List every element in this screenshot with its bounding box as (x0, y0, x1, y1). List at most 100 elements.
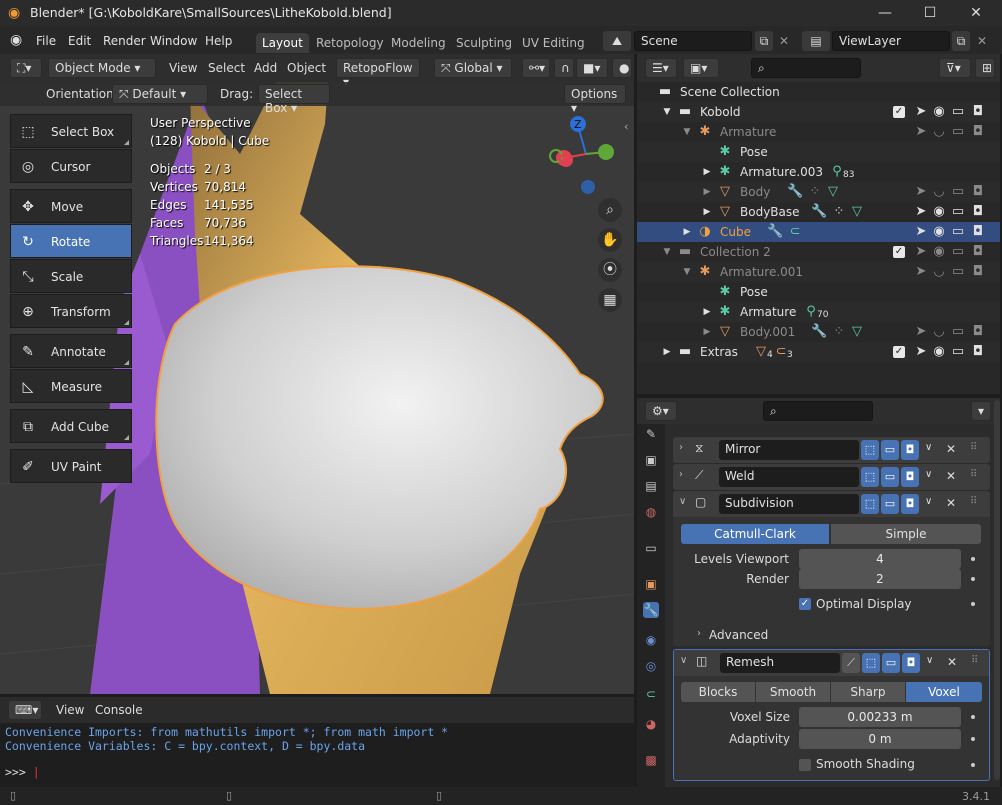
monitor-icon[interactable]: ▭ (950, 244, 966, 260)
tool-add-cube[interactable]: ⧉ Add Cube (10, 409, 132, 443)
pivot-icon[interactable]: ⚯▾ (522, 58, 550, 78)
scene-field[interactable]: Scene (634, 31, 752, 51)
monitor-icon[interactable]: ▭ (950, 204, 966, 220)
chevron-right-icon[interactable]: ▶ (659, 344, 675, 360)
scene-icon[interactable]: ⛰ (603, 31, 631, 51)
eye-closed-icon[interactable]: ◡ (931, 124, 947, 140)
keyframe-dot[interactable] (971, 737, 975, 741)
chevron-down-icon[interactable]: ▼ (679, 124, 695, 140)
monitor-icon[interactable]: ▭ (950, 124, 966, 140)
tab-sculpting[interactable]: Sculpting (450, 33, 518, 53)
modifier-name-field[interactable]: Subdivision (719, 494, 859, 514)
select-arrow-icon[interactable]: ➤ (913, 184, 929, 200)
chevron-right-icon[interactable]: › (697, 628, 701, 639)
chevron-right-icon[interactable]: ▶ (699, 324, 715, 340)
ortho-grid-icon[interactable]: ▦ (598, 288, 622, 312)
zoom-icon[interactable]: ⌕ (598, 198, 622, 222)
keyframe-dot[interactable] (971, 602, 975, 606)
remesh-mode-sharp[interactable]: Sharp (831, 682, 905, 702)
blender-menu-icon[interactable]: ◉ (10, 32, 22, 48)
eye-closed-icon[interactable]: ◡ (931, 264, 947, 280)
remove-scene-icon[interactable]: ✕ (779, 34, 789, 48)
console-menu-console[interactable]: Console (95, 703, 143, 717)
new-scene-icon[interactable]: ⧉ (755, 31, 773, 51)
new-view-layer-icon[interactable]: ⧉ (952, 31, 970, 51)
tab-uv-editing[interactable]: UV Editing (516, 33, 591, 53)
on-cage-toggle-icon[interactable]: ⟋ (842, 653, 860, 673)
output-tab-icon[interactable]: ▣ (643, 452, 659, 468)
select-arrow-icon[interactable]: ➤ (913, 244, 929, 260)
keyframe-dot[interactable] (971, 763, 975, 767)
tool-uv-paint[interactable]: ✐ UV Paint (10, 449, 132, 483)
smooth-shading-checkbox[interactable] (799, 759, 811, 771)
render-levels-field[interactable]: 2 (799, 569, 961, 589)
drag-dropdown[interactable]: Select Box ▾ (258, 84, 330, 115)
physics-tab-icon[interactable]: ◎ (643, 658, 659, 674)
proportional-edit-icon[interactable]: ■▾ (576, 58, 608, 78)
remove-modifier-icon[interactable]: ✕ (946, 496, 956, 510)
pan-hand-icon[interactable]: ✋ (598, 228, 622, 252)
chevron-down-icon[interactable]: ∨ (925, 469, 932, 480)
drag-handle-icon[interactable]: ⠿ (970, 496, 977, 507)
optimal-display-checkbox[interactable]: ✓ (799, 598, 811, 610)
view-layer-icon[interactable]: ▤ (802, 31, 830, 51)
remesh-mode-voxel[interactable]: Voxel (906, 682, 982, 702)
outliner-row-scene-collection[interactable]: ▬ Scene Collection (637, 82, 1000, 102)
editor-type-icon[interactable]: ⛶▾ (10, 58, 42, 78)
select-arrow-icon[interactable]: ➤ (913, 104, 929, 120)
particles-tab-icon[interactable]: ◉ (643, 632, 659, 648)
outliner-row-collection-2[interactable]: ▼ ▬ Collection 2 ✓ ➤ ◉ ▭ ◘ (637, 242, 1000, 262)
snap-icon[interactable]: ∩ (554, 58, 574, 78)
select-arrow-icon[interactable]: ➤ (913, 324, 929, 340)
viewport-toggle-icon[interactable]: ▭ (881, 494, 899, 514)
monitor-icon[interactable]: ▭ (950, 104, 966, 120)
outliner-row-pose-2[interactable]: ✱ Pose (637, 282, 1000, 302)
eye-icon[interactable]: ◉ (931, 224, 947, 240)
maximize-button[interactable]: ☐ (915, 3, 945, 23)
modifier-name-field[interactable]: Remesh (720, 653, 840, 673)
console-menu-view[interactable]: View (56, 703, 84, 717)
axis-gizmo[interactable]: Z (546, 114, 626, 204)
new-collection-icon[interactable]: ⊞ (975, 58, 995, 78)
monitor-icon[interactable]: ▭ (950, 344, 966, 360)
chevron-right-icon[interactable]: ▶ (699, 184, 715, 200)
render-camera-icon[interactable]: ◘ (970, 244, 986, 260)
select-arrow-icon[interactable]: ➤ (913, 224, 929, 240)
menu-file[interactable]: File (36, 34, 56, 48)
outliner-row-kobold[interactable]: ▼ ▬ Kobold ✓ ➤ ◉ ▭ ◘ (637, 102, 1000, 122)
object-tab-icon[interactable]: ▣ (643, 576, 659, 592)
modifier-name-field[interactable]: Mirror (719, 440, 859, 460)
render-toggle-icon[interactable]: ◘ (901, 440, 919, 460)
chevron-right-icon[interactable]: ▶ (699, 164, 715, 180)
remesh-header[interactable]: ∨ ◫ Remesh ⟋ ⬚ ▭ ◘ ∨ ✕ ⠿ (674, 650, 989, 676)
tool-cursor[interactable]: ◎ Cursor (10, 149, 132, 183)
render-camera-icon[interactable]: ◘ (970, 224, 986, 240)
remove-modifier-icon[interactable]: ✕ (946, 469, 956, 483)
eye-closed-icon[interactable]: ◡ (931, 324, 947, 340)
adaptivity-field[interactable]: 0 m (799, 729, 961, 749)
eye-closed-icon[interactable]: ◡ (931, 184, 947, 200)
viewport-toggle-icon[interactable]: ▭ (882, 653, 900, 673)
data-tab-icon[interactable]: ⊂ (643, 686, 659, 702)
levels-viewport-field[interactable]: 4 (799, 549, 961, 569)
select-arrow-icon[interactable]: ➤ (913, 264, 929, 280)
render-camera-icon[interactable]: ◘ (970, 324, 986, 340)
chevron-down-icon[interactable]: ∨ (679, 496, 686, 507)
catmull-clark-option[interactable]: Catmull-Clark (681, 524, 829, 544)
tool-scale[interactable]: ⤡ Scale (10, 259, 132, 293)
view-layer-tab-icon[interactable]: ▤ (643, 478, 659, 494)
modifiers-tab-icon[interactable]: 🔧 (643, 602, 659, 618)
modifier-weld[interactable]: › ⟋ Weld ⬚ ▭ ◘ ∨ ✕ ⠿ (673, 464, 990, 490)
outliner-row-armature-003[interactable]: ▶ ✱ Armature.003 ⚲ 83 (637, 162, 1000, 182)
edit-mode-toggle-icon[interactable]: ⬚ (861, 440, 879, 460)
display-mode-icon[interactable]: ▣▾ (683, 58, 719, 78)
render-toggle-icon[interactable]: ◘ (902, 653, 920, 673)
outliner-row-armature[interactable]: ▼ ✱ Armature ➤ ◡ ▭ ◘ (637, 122, 1000, 142)
menu-add[interactable]: Add (254, 61, 277, 75)
collection-tab-icon[interactable]: ▭ (643, 540, 659, 556)
material-tab-icon[interactable]: ◕ (643, 716, 659, 732)
chevron-down-icon[interactable]: ▼ (659, 244, 675, 260)
properties-options-icon[interactable]: ▾ (971, 401, 991, 421)
exclude-checkbox[interactable]: ✓ (893, 346, 905, 358)
outliner-search-input[interactable]: ⌕ (751, 58, 861, 78)
